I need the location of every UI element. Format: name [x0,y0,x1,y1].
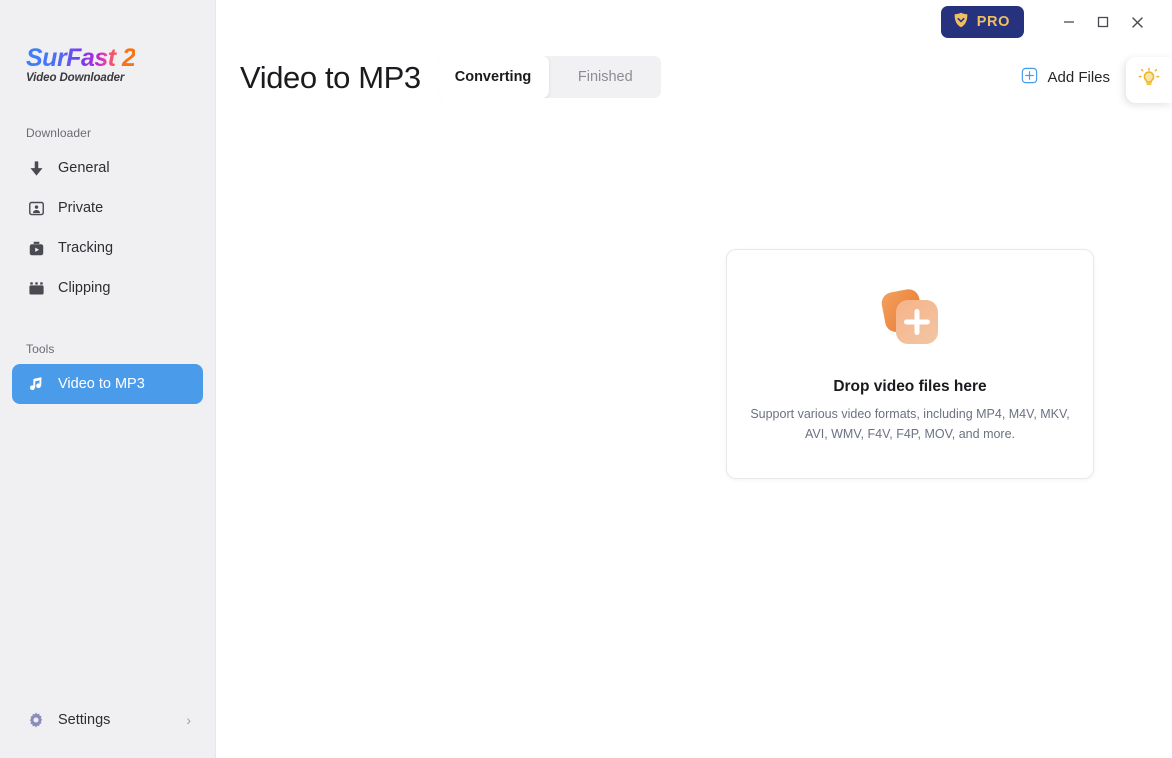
main-content: PRO Video to MP3 Converting Finished Add… [216,0,1172,758]
app-logo-subtitle: Video Downloader [26,72,125,84]
sidebar-item-label: Settings [58,712,111,728]
gear-icon [26,710,46,730]
sidebar-item-settings[interactable]: Settings › [12,700,203,740]
sidebar-item-clipping[interactable]: Clipping [12,268,203,308]
app-window: SurFast 2 Video Downloader Downloader Ge… [0,0,1172,758]
dropzone-description: Support various video formats, including… [750,407,1070,441]
plus-square-icon [1021,67,1038,88]
add-files-button[interactable]: Add Files [1021,67,1110,88]
tracking-camera-icon [26,238,46,258]
page-header: Video to MP3 Converting Finished Add Fil… [216,52,1172,102]
tab-finished[interactable]: Finished [549,56,661,98]
sidebar-section-tools-label: Tools [26,342,55,356]
page-title: Video to MP3 [240,59,421,95]
chevron-right-icon: › [186,712,191,728]
sidebar-item-label: Private [58,200,104,216]
private-person-icon [26,198,46,218]
close-icon[interactable] [1120,7,1154,37]
sidebar-item-label: Clipping [58,280,111,296]
sidebar-item-general[interactable]: General [12,148,203,188]
sidebar: SurFast 2 Video Downloader Downloader Ge… [0,0,216,758]
maximize-icon[interactable] [1086,7,1120,37]
tab-converting[interactable]: Converting [436,56,550,98]
music-note-icon [26,374,46,394]
sidebar-section-downloader-label: Downloader [26,126,92,140]
download-arrow-icon [26,158,46,178]
sidebar-tools-list: Video to MP3 [0,364,215,404]
sidebar-item-video-to-mp3[interactable]: Video to MP3 [12,364,203,404]
clipping-film-icon [26,278,46,298]
sidebar-item-tracking[interactable]: Tracking [12,228,203,268]
app-logo-name: SurFast 2 [26,44,136,72]
tips-button[interactable] [1126,57,1172,103]
file-dropzone[interactable]: Drop video files here Support various vi… [726,249,1094,479]
pro-shield-icon [952,11,970,34]
dropzone-title: Drop video files here [833,378,987,396]
sidebar-item-label: General [58,160,110,176]
window-titlebar: PRO [216,0,1172,44]
app-logo: SurFast 2 Video Downloader [26,44,186,85]
sidebar-item-label: Tracking [58,240,114,256]
sidebar-item-label: Video to MP3 [58,376,145,392]
lightbulb-icon [1138,67,1160,94]
sidebar-item-private[interactable]: Private [12,188,203,228]
pro-label: PRO [976,14,1010,30]
minimize-icon[interactable] [1052,7,1086,37]
add-files-folder-icon [872,284,948,356]
pro-upgrade-button[interactable]: PRO [940,6,1024,38]
add-files-label: Add Files [1047,68,1110,86]
sidebar-downloader-list: General Private Tracking Clipping [0,148,215,308]
status-tabs: Converting Finished [436,56,662,98]
